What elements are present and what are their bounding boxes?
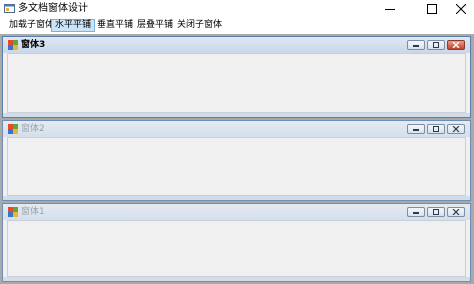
child-frame-border (3, 277, 470, 281)
restore-icon (433, 209, 439, 215)
close-icon (452, 126, 460, 132)
minimize-icon (413, 212, 419, 214)
restore-icon (433, 126, 439, 132)
child-minimize-button[interactable] (407, 207, 425, 217)
minimize-icon (413, 129, 419, 131)
form-icon (8, 40, 18, 50)
child-title-bar[interactable]: 窗体3 (3, 37, 470, 53)
close-button[interactable] (448, 0, 474, 18)
close-icon (452, 209, 460, 215)
window-title: 多文档窗体设计 (18, 3, 88, 14)
child-client-area (7, 53, 466, 113)
title-bar: 多文档窗体设计 (0, 0, 474, 18)
form-icon (8, 124, 18, 134)
menu-item-tile-horizontal[interactable]: 水平平铺 (51, 19, 96, 32)
mdi-client-area: 窗体3 窗体2 窗体1 (0, 34, 474, 284)
child-frame-border (3, 113, 470, 117)
child-client-area (7, 137, 466, 196)
maximize-icon (427, 4, 437, 14)
child-title-bar[interactable]: 窗体2 (3, 121, 470, 137)
close-icon (456, 4, 466, 14)
menu-item-load-child[interactable]: 加载子窗体 (6, 19, 57, 32)
menu-item-cascade[interactable]: 层叠平铺 (134, 19, 176, 32)
child-client-area (7, 220, 466, 277)
minimize-button[interactable] (377, 0, 403, 18)
child-title-bar[interactable]: 窗体1 (3, 204, 470, 220)
menu-item-tile-vertical[interactable]: 垂直平铺 (94, 19, 136, 32)
child-maximize-button[interactable] (427, 207, 445, 217)
child-title: 窗体1 (21, 207, 45, 217)
child-window-3[interactable]: 窗体3 (2, 36, 471, 118)
minimize-icon (413, 45, 419, 47)
app-icon (4, 4, 15, 13)
child-maximize-button[interactable] (427, 40, 445, 50)
minimize-icon (385, 9, 395, 10)
child-window-2[interactable]: 窗体2 (2, 120, 471, 201)
menu-item-close-child[interactable]: 关闭子窗体 (174, 19, 225, 32)
child-close-button[interactable] (447, 207, 465, 217)
menu-bar: 加载子窗体 水平平铺 垂直平铺 层叠平铺 关闭子窗体 (0, 18, 474, 34)
child-maximize-button[interactable] (427, 124, 445, 134)
child-window-1[interactable]: 窗体1 (2, 203, 471, 282)
close-icon (452, 42, 460, 48)
child-close-button[interactable] (447, 40, 465, 50)
restore-icon (433, 42, 439, 48)
child-title: 窗体2 (21, 124, 45, 134)
child-minimize-button[interactable] (407, 40, 425, 50)
form-icon (8, 207, 18, 217)
child-frame-border (3, 196, 470, 200)
child-close-button[interactable] (447, 124, 465, 134)
child-minimize-button[interactable] (407, 124, 425, 134)
child-title: 窗体3 (21, 40, 46, 50)
maximize-button[interactable] (419, 0, 445, 18)
